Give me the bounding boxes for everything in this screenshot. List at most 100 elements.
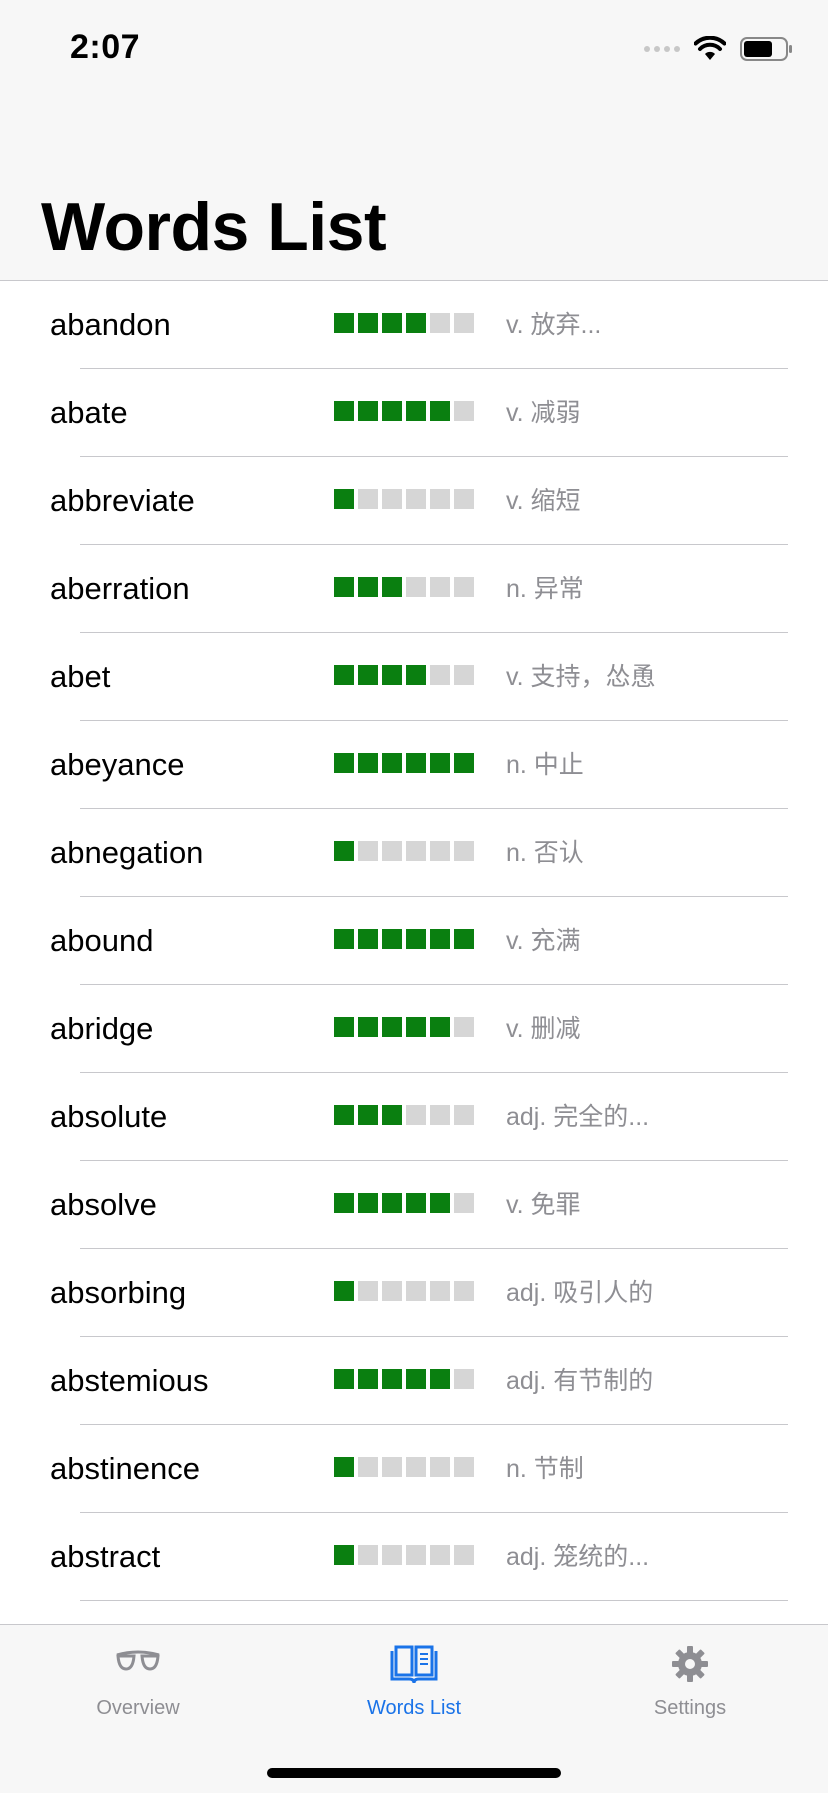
mastery-level-indicator [334,1105,474,1125]
definition-label: adj. 笼统的... [506,1543,650,1571]
level-block-filled [382,401,402,421]
book-icon [389,1645,439,1690]
level-block-filled [430,1017,450,1037]
level-block-filled [406,665,426,685]
definition-label: n. 中止 [506,751,584,779]
definition-label: adj. 完全的... [506,1103,650,1131]
level-block-empty [430,1545,450,1565]
level-block-filled [358,313,378,333]
list-item[interactable]: abandon v. 放弃... [0,281,828,369]
definition-label: v. 免罪 [506,1191,581,1219]
level-block-filled [406,1193,426,1213]
mastery-level-indicator [334,753,474,773]
list-item[interactable]: absorbing adj. 吸引人的 [0,1249,828,1337]
mastery-level-indicator [334,929,474,949]
mastery-level-indicator [334,1017,474,1037]
level-block-filled [334,1545,354,1565]
level-block-empty [430,313,450,333]
mastery-level-indicator [334,665,474,685]
home-indicator[interactable] [267,1768,561,1778]
level-block-empty [430,1105,450,1125]
level-block-filled [454,929,474,949]
list-item[interactable]: aberration n. 异常 [0,545,828,633]
level-block-empty [382,1545,402,1565]
level-block-filled [358,1105,378,1125]
list-item[interactable]: abet v. 支持，怂恿 [0,633,828,721]
level-block-filled [358,577,378,597]
tab-settings[interactable]: Settings [552,1625,828,1735]
level-block-empty [358,1457,378,1477]
level-block-empty [406,1545,426,1565]
level-block-filled [358,665,378,685]
level-block-empty [406,1281,426,1301]
word-label: aberration [50,571,190,606]
list-item[interactable]: abstract adj. 笼统的... [0,1513,828,1601]
tab-overview[interactable]: Overview [0,1625,276,1735]
level-block-filled [454,753,474,773]
status-bar: 2:07 [0,0,828,100]
list-item[interactable]: abnegation n. 否认 [0,809,828,897]
level-block-filled [334,1369,354,1389]
level-block-filled [334,1017,354,1037]
level-block-empty [358,841,378,861]
mastery-level-indicator [334,1545,474,1565]
level-block-filled [406,401,426,421]
level-block-filled [382,753,402,773]
level-block-empty [454,489,474,509]
level-block-empty [358,1281,378,1301]
level-block-filled [430,929,450,949]
list-item[interactable]: abate v. 减弱 [0,369,828,457]
level-block-filled [430,1193,450,1213]
level-block-filled [430,753,450,773]
page-title: Words List [41,189,387,265]
word-label: abstract [50,1539,161,1574]
mastery-level-indicator [334,1369,474,1389]
list-item[interactable]: abstinence n. 节制 [0,1425,828,1513]
signal-icon [644,46,680,52]
level-block-filled [334,841,354,861]
list-item[interactable]: abstemious adj. 有节制的 [0,1337,828,1425]
level-block-filled [406,313,426,333]
mastery-level-indicator [334,841,474,861]
level-block-empty [430,841,450,861]
level-block-filled [334,665,354,685]
level-block-empty [454,1105,474,1125]
definition-label: v. 放弃... [506,311,602,339]
level-block-empty [430,489,450,509]
tab-words-list-label: Words List [366,1697,462,1719]
list-item[interactable]: absolute adj. 完全的... [0,1073,828,1161]
level-block-filled [406,1369,426,1389]
level-block-filled [358,401,378,421]
tab-overview-label: Overview [96,1697,180,1719]
level-block-filled [430,401,450,421]
mastery-level-indicator [334,1457,474,1477]
definition-label: v. 缩短 [506,487,581,515]
level-block-empty [406,1457,426,1477]
level-block-empty [430,577,450,597]
level-block-empty [454,577,474,597]
list-item[interactable]: abbreviate v. 缩短 [0,457,828,545]
tab-settings-label: Settings [653,1697,727,1719]
word-list[interactable]: abandon v. 放弃... abate v. 减弱 abbreviate v. 缩短… [0,281,828,1601]
level-block-empty [406,841,426,861]
level-block-filled [382,1369,402,1389]
level-block-empty [454,1017,474,1037]
tab-bar: Overview Words List Settings [0,1624,828,1793]
list-item[interactable]: abridge v. 删减 [0,985,828,1073]
level-block-filled [382,577,402,597]
level-block-filled [358,1193,378,1213]
list-item[interactable]: abeyance n. 中止 [0,721,828,809]
word-label: absolve [50,1187,157,1222]
list-item[interactable]: abound v. 充满 [0,897,828,985]
definition-label: n. 节制 [506,1455,584,1483]
word-label: abnegation [50,835,204,870]
level-block-empty [454,1457,474,1477]
tab-words-list[interactable]: Words List [276,1625,552,1735]
word-label: absolute [50,1099,168,1134]
list-item[interactable]: absolve v. 免罪 [0,1161,828,1249]
word-label: abridge [50,1011,154,1046]
level-block-filled [382,1105,402,1125]
word-label: abstinence [50,1451,200,1486]
level-block-empty [382,1281,402,1301]
mastery-level-indicator [334,489,474,509]
